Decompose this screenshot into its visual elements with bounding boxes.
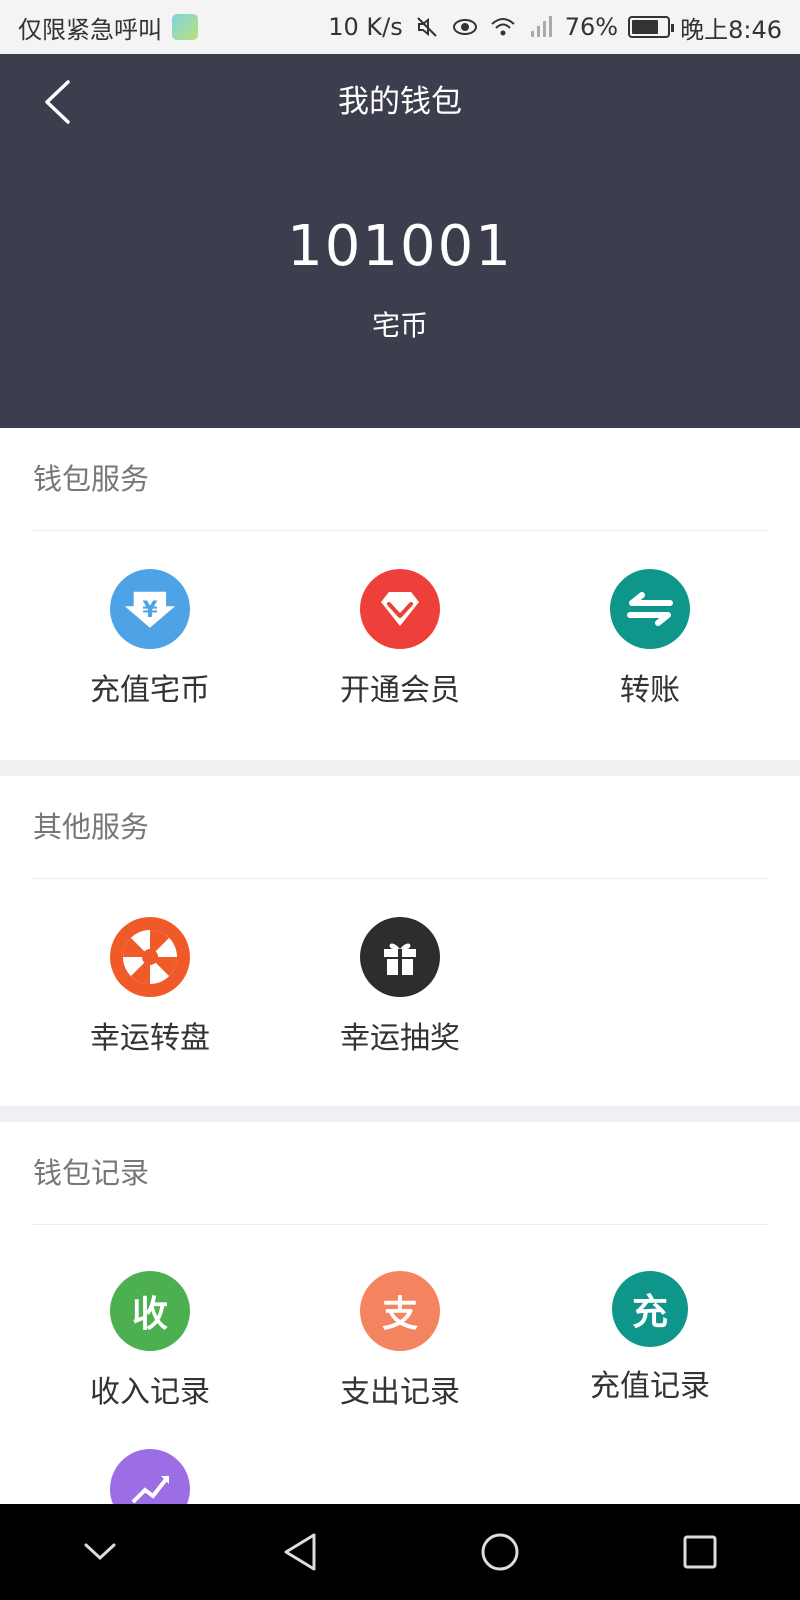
- balance-value: 101001: [287, 214, 513, 279]
- svg-text:¥: ¥: [142, 598, 158, 623]
- icon-glyph: 收: [131, 1294, 168, 1335]
- grid-label: 收入记录: [90, 1375, 210, 1410]
- wallet-services-section: 钱包服务 ¥ 充值宅币 开通会员 转账: [0, 428, 800, 760]
- circle-home-icon: [481, 1533, 519, 1571]
- divider: [32, 1224, 768, 1225]
- recharge-coins-button[interactable]: ¥ 充值宅币: [25, 569, 275, 739]
- wheel-icon: [110, 917, 190, 997]
- nav-back-button[interactable]: [260, 1512, 340, 1592]
- eye-icon: [451, 13, 479, 41]
- battery-percent: 76%: [564, 13, 619, 41]
- divider: [32, 878, 768, 879]
- divider: [32, 530, 768, 531]
- wallet-records-section: 钱包记录 收 收入记录 支 支出记录 充 充值记录: [0, 1122, 800, 1529]
- battery-icon: [628, 16, 675, 38]
- section-gap: [0, 1106, 800, 1122]
- lucky-draw-button[interactable]: 幸运抽奖: [275, 917, 525, 1087]
- nav-home-button[interactable]: [460, 1512, 540, 1592]
- clock: 晚上8:46: [680, 15, 782, 44]
- square-recents-icon: [683, 1535, 717, 1569]
- signal-icon: [527, 13, 555, 41]
- recharge-icon: 充: [612, 1271, 688, 1347]
- section-title: 其他服务: [33, 810, 150, 844]
- other-services-section: 其他服务 幸运转盘 幸运抽奖: [0, 776, 800, 1106]
- grid-label: 充值记录: [590, 1369, 710, 1404]
- nav-recents-button[interactable]: [660, 1512, 740, 1592]
- page-title: 我的钱包: [338, 84, 462, 120]
- balance-unit: 宅币: [371, 309, 428, 342]
- grid-label: 转账: [620, 673, 680, 708]
- yen-download-icon: ¥: [110, 569, 190, 649]
- network-speed: 10 K/s: [328, 13, 403, 41]
- sim-icon: [172, 14, 198, 40]
- grid-label: 幸运抽奖: [340, 1021, 460, 1056]
- triangle-back-icon: [284, 1533, 316, 1571]
- grid-label: 幸运转盘: [90, 1021, 210, 1056]
- carrier-text: 仅限紧急呼叫: [18, 15, 162, 44]
- chevron-down-icon: [84, 1543, 116, 1561]
- lucky-wheel-button[interactable]: 幸运转盘: [25, 917, 275, 1087]
- system-nav-bar: [0, 1504, 800, 1600]
- wifi-icon: [489, 13, 517, 41]
- open-membership-button[interactable]: 开通会员: [275, 569, 525, 739]
- status-bar: 仅限紧急呼叫 10 K/s 76% 晚上8:46: [0, 0, 800, 54]
- wallet-header: 我的钱包 101001 宅币: [0, 54, 800, 428]
- mute-icon: [413, 13, 441, 41]
- gift-icon: [360, 917, 440, 997]
- hide-nav-button[interactable]: [60, 1512, 140, 1592]
- grid-label: 开通会员: [340, 673, 460, 708]
- transfer-arrows-icon: [610, 569, 690, 649]
- grid-label: 支出记录: [340, 1375, 460, 1410]
- section-title: 钱包服务: [33, 462, 150, 496]
- transfer-button[interactable]: 转账: [525, 569, 775, 739]
- income-records-button[interactable]: 收 收入记录: [25, 1271, 275, 1441]
- expense-icon: 支: [360, 1271, 440, 1351]
- icon-glyph: 充: [631, 1292, 668, 1333]
- grid-label: 充值宅币: [90, 673, 210, 708]
- icon-glyph: 支: [381, 1294, 418, 1335]
- section-gap: [0, 760, 800, 776]
- expense-records-button[interactable]: 支 支出记录: [275, 1271, 525, 1441]
- recharge-records-button[interactable]: 充 充值记录: [525, 1271, 775, 1441]
- section-title: 钱包记录: [33, 1156, 150, 1190]
- income-icon: 收: [110, 1271, 190, 1351]
- diamond-icon: [360, 569, 440, 649]
